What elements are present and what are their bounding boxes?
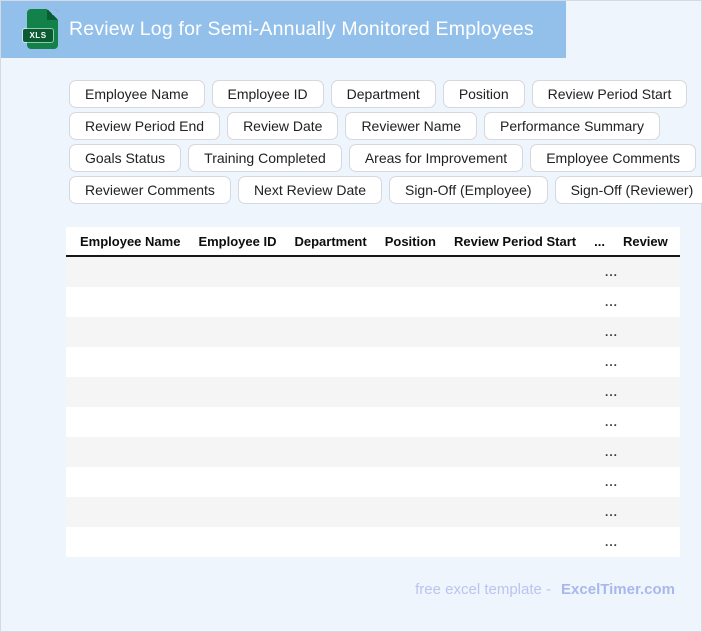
table-header-row: Employee Name Employee ID Department Positi… — [66, 227, 680, 257]
column-chip-employee-name[interactable]: Employee Name — [69, 80, 205, 108]
table-row: ... — [66, 287, 680, 317]
header-banner: XLS Review Log for Semi-Annually Monitor… — [1, 1, 566, 58]
chips-area: Employee Name Employee ID Department Positi… — [69, 80, 702, 208]
xls-file-icon: XLS — [23, 9, 58, 49]
row-ellipsis: ... — [605, 445, 619, 459]
column-chip-department[interactable]: Department — [330, 80, 436, 108]
row-ellipsis: ... — [605, 505, 619, 519]
table-row: ... — [66, 257, 680, 287]
table-row: ... — [66, 377, 680, 407]
xls-badge-label: XLS — [23, 29, 53, 42]
row-ellipsis: ... — [605, 295, 619, 309]
row-ellipsis: ... — [605, 385, 619, 399]
row-ellipsis: ... — [605, 265, 619, 279]
column-chip-performance-summary[interactable]: Performance Summary — [484, 112, 660, 140]
page-title: Review Log for Semi-Annually Monitored E… — [69, 18, 534, 40]
row-ellipsis: ... — [605, 415, 619, 429]
column-chip-reviewer-name[interactable]: Reviewer Name — [345, 112, 478, 140]
column-chip-review-period-end[interactable]: Review Period End — [69, 112, 221, 140]
table-preview: Employee Name Employee ID Department Positi… — [66, 227, 680, 557]
row-ellipsis: ... — [605, 325, 619, 339]
footer-label: free excel template - — [415, 581, 552, 598]
table-row: ... — [66, 347, 680, 377]
footer: free excel template - ExcelTimer.com — [415, 581, 675, 598]
chip-row: Reviewer Comments Next Review Date Sign-Of… — [69, 176, 702, 204]
column-chip-next-review-date[interactable]: Next Review Date — [237, 176, 382, 204]
table-row: ... — [66, 527, 680, 557]
table-header-cell-employee-id: Employee ID — [198, 233, 277, 249]
table-row: ... — [66, 497, 680, 527]
column-chip-sign-off-employee[interactable]: Sign-Off (Employee) — [388, 176, 548, 204]
column-chip-review-period-start[interactable]: Review Period Start — [531, 80, 688, 108]
table-header-cell-department: Department — [294, 233, 367, 249]
table-row: ... — [66, 437, 680, 467]
column-chip-sign-off-reviewer[interactable]: Sign-Off (Reviewer) — [554, 176, 702, 204]
table-header-cell-review-period-start: Review Period Start — [454, 233, 577, 249]
column-chip-review-date[interactable]: Review Date — [227, 112, 339, 140]
table-row: ... — [66, 317, 680, 347]
column-chip-reviewer-comments[interactable]: Reviewer Comments — [69, 176, 231, 204]
chip-row: Review Period End Review Date Reviewer Nam… — [69, 112, 695, 140]
row-ellipsis: ... — [605, 535, 619, 549]
column-chip-employee-id[interactable]: Employee ID — [211, 80, 324, 108]
table-header-cell-employee-name: Employee Name — [80, 233, 181, 249]
column-chip-areas-for-improvement[interactable]: Areas for Improvement — [348, 144, 524, 172]
column-chip-goals-status[interactable]: Goals Status — [69, 144, 182, 172]
row-ellipsis: ... — [605, 355, 619, 369]
table-header-cell-: ... — [594, 233, 605, 249]
chip-row: Goals Status Training Completed Areas for … — [69, 144, 697, 172]
table-header-cell-review: Review — [622, 233, 668, 249]
table-body: .............................. — [66, 257, 680, 557]
footer-brand-link[interactable]: ExcelTimer.com — [561, 581, 675, 598]
chip-row: Employee Name Employee ID Department Positi… — [69, 80, 695, 108]
row-ellipsis: ... — [605, 475, 619, 489]
table-row: ... — [66, 407, 680, 437]
table-row: ... — [66, 467, 680, 497]
column-chip-training-completed[interactable]: Training Completed — [188, 144, 342, 172]
column-chip-position[interactable]: Position — [442, 80, 525, 108]
table-header-cell-position: Position — [384, 233, 436, 249]
column-chip-employee-comments[interactable]: Employee Comments — [530, 144, 697, 172]
